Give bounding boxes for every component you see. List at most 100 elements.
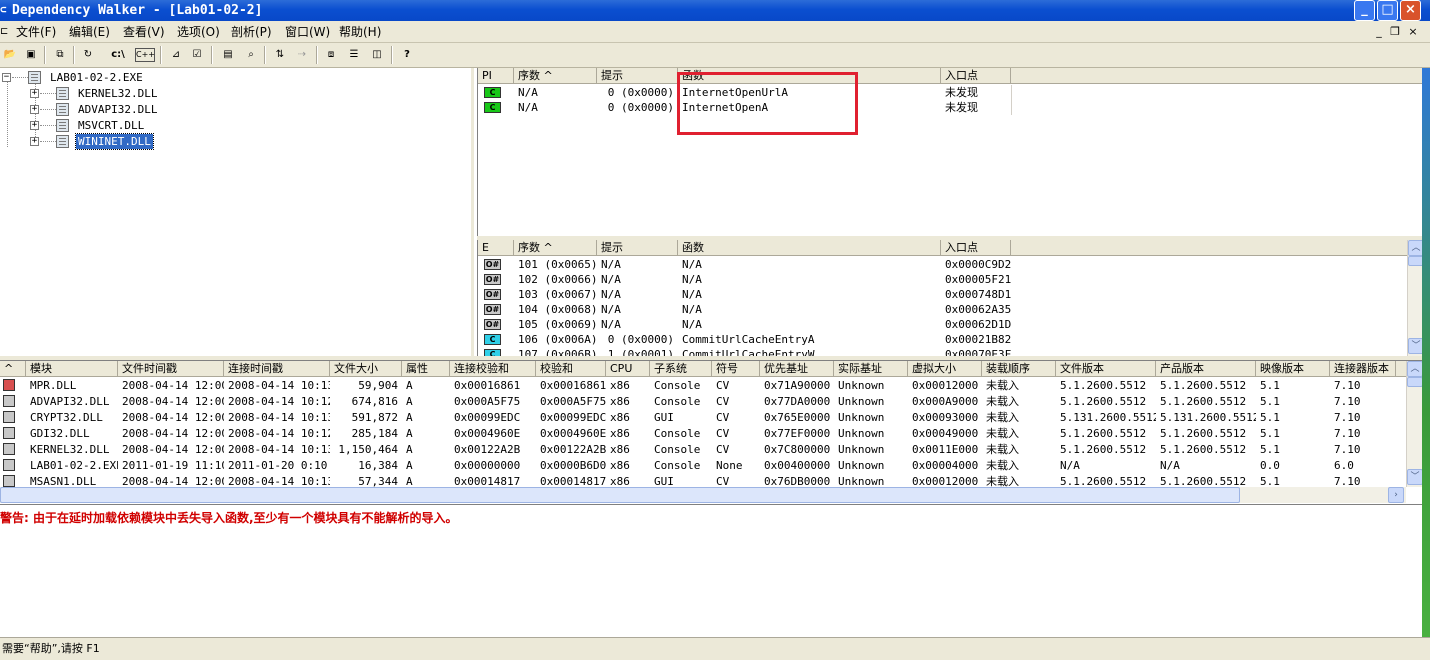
collapse-icon[interactable]: − [2, 73, 11, 82]
col-link-checksum[interactable]: 连接校验和 [450, 361, 536, 377]
export-row[interactable]: O# 104 (0x0068) N/A N/A 0x00062A35 [478, 302, 1407, 317]
cell-ordinal: 102 (0x0066) [518, 273, 597, 286]
scroll-up-icon[interactable]: ︿ [1407, 361, 1423, 377]
close-button[interactable]: × [1400, 0, 1421, 21]
col-sort[interactable]: ^ [0, 361, 26, 377]
horizontal-scroll-thumb[interactable] [0, 487, 1240, 503]
menu-file[interactable]: 文件(F) [16, 21, 56, 43]
tree-node-root[interactable]: − LAB01-02-2.EXE [2, 70, 202, 85]
menu-help[interactable]: 帮助(H) [339, 21, 381, 43]
col-symbols[interactable]: 符号 [712, 361, 760, 377]
col-hint[interactable]: 提示 [597, 240, 678, 256]
col-function[interactable]: 函数 [678, 240, 941, 256]
expand-icon[interactable]: + [30, 137, 39, 146]
module-row[interactable]: MPR.DLL 2008-04-14 12:00 2008-04-14 10:13 5… [0, 378, 1406, 393]
expand-icon[interactable]: + [30, 89, 39, 98]
menu-view[interactable]: 查看(V) [123, 21, 165, 43]
tree-node-wininet[interactable]: + WININET.DLL [30, 133, 230, 150]
mdi-restore-button[interactable]: ❐ [1388, 25, 1402, 39]
col-preferred-base[interactable]: 优先基址 [760, 361, 834, 377]
properties-icon[interactable]: ☑ [188, 46, 206, 64]
module-icon [3, 475, 15, 487]
module-row[interactable]: LAB01-02-2.EXE 2011-01-19 11:10 2011-01-20… [0, 458, 1406, 473]
tile-vertical-icon[interactable]: ◫ [368, 46, 386, 64]
refresh-icon[interactable]: ↻ [79, 46, 97, 64]
maximize-button[interactable]: □ [1377, 0, 1398, 21]
col-linker-version[interactable]: 连接器版本 [1330, 361, 1396, 377]
col-cpu[interactable]: CPU [606, 361, 650, 377]
col-product-version[interactable]: 产品版本 [1156, 361, 1256, 377]
col-checksum[interactable]: 校验和 [536, 361, 606, 377]
modules-vertical-scrollbar[interactable]: ︿ ﹀ [1406, 361, 1423, 487]
col-ordinal[interactable]: 序数 ^ [514, 240, 597, 256]
cell-actual-base: Unknown [838, 379, 885, 392]
col-module[interactable]: 模块 [26, 361, 118, 377]
module-row[interactable]: ADVAPI32.DLL 2008-04-14 12:00 2008-04-14 1… [0, 394, 1406, 409]
undecorate-cpp-button[interactable]: C++ [135, 48, 155, 62]
menu-options[interactable]: 选项(O) [177, 21, 220, 43]
exports-vertical-scrollbar[interactable]: ︿ ﹀ [1407, 240, 1424, 356]
col-load-order[interactable]: 装载顺序 [982, 361, 1056, 377]
scroll-down-icon[interactable]: ﹀ [1407, 469, 1423, 485]
menu-edit[interactable]: 编辑(E) [69, 21, 110, 43]
mdi-doc-icon[interactable]: ⊏ [0, 21, 12, 43]
module-row[interactable]: CRYPT32.DLL 2008-04-14 12:00 2008-04-14 10… [0, 410, 1406, 425]
menu-profile[interactable]: 剖析(P) [231, 21, 272, 43]
tree-line [40, 93, 56, 94]
module-row[interactable]: GDI32.DLL 2008-04-14 12:00 2008-04-14 10:1… [0, 426, 1406, 441]
menu-window[interactable]: 窗口(W) [285, 21, 330, 43]
modules-horizontal-scrollbar[interactable]: › [0, 487, 1406, 503]
export-row[interactable]: O# 105 (0x0069) N/A N/A 0x00062D1D [478, 317, 1407, 332]
col-entry-point[interactable]: 入口点 [941, 240, 1011, 256]
save-icon[interactable]: ▣ [22, 46, 40, 64]
col-subsystem[interactable]: 子系统 [650, 361, 712, 377]
context-help-button[interactable]: ? [398, 46, 416, 64]
col-file-timestamp[interactable]: 文件时间戳 [118, 361, 224, 377]
mdi-close-button[interactable]: × [1406, 25, 1420, 39]
title-bar[interactable]: ⊂ Dependency Walker - [Lab01-02-2] _ □ × [0, 0, 1430, 21]
tree-node-msvcrt[interactable]: + MSVCRT.DLL [30, 118, 230, 133]
col-attributes[interactable]: 属性 [402, 361, 450, 377]
scroll-thumb[interactable] [1407, 377, 1423, 387]
system-info-icon[interactable]: ▤ [219, 46, 237, 64]
matching-item-icon[interactable]: ⇅ [271, 46, 289, 64]
col-hint[interactable]: 提示 [597, 68, 678, 84]
col-virtual-size[interactable]: 虚拟大小 [908, 361, 982, 377]
col-entry-point[interactable]: 入口点 [941, 68, 1011, 84]
chart-icon[interactable]: ⊿ [167, 46, 185, 64]
find-icon[interactable]: ⌕ [242, 46, 260, 64]
col-ordinal[interactable]: 序数 ^ [514, 68, 597, 84]
export-row[interactable]: C 106 (0x006A) 0 (0x0000) CommitUrlCacheEnt… [478, 332, 1407, 347]
col-pi[interactable]: PI [478, 68, 514, 84]
cell-symbols: CV [716, 411, 730, 424]
expand-icon[interactable]: + [30, 121, 39, 130]
export-row[interactable]: O# 101 (0x0065) N/A N/A 0x0000C9D2 [478, 257, 1407, 272]
scroll-right-icon[interactable]: › [1388, 487, 1404, 503]
col-image-version[interactable]: 映像版本 [1256, 361, 1330, 377]
cascade-icon[interactable]: ⧈ [322, 46, 340, 64]
export-row[interactable]: O# 103 (0x0067) N/A N/A 0x000748D1 [478, 287, 1407, 302]
tile-horizontal-icon[interactable]: ☰ [345, 46, 363, 64]
col-actual-base[interactable]: 实际基址 [834, 361, 908, 377]
tree-node-advapi32[interactable]: + ADVAPI32.DLL [30, 102, 230, 117]
cell-subsystem: GUI [654, 411, 674, 424]
cell-cpu: x86 [610, 459, 630, 472]
mdi-minimize-button[interactable]: _ [1372, 25, 1386, 39]
module-row[interactable]: KERNEL32.DLL 2008-04-14 12:00 2008-04-14 1… [0, 442, 1406, 457]
minimize-button[interactable]: _ [1354, 0, 1375, 21]
cell-file-timestamp: 2011-01-19 11:10 [122, 459, 224, 472]
col-file-version[interactable]: 文件版本 [1056, 361, 1156, 377]
col-link-timestamp[interactable]: 连接时间戳 [224, 361, 330, 377]
expand-icon[interactable]: + [30, 105, 39, 114]
col-file-size[interactable]: 文件大小 [330, 361, 402, 377]
original-module-icon[interactable]: ⇢ [293, 46, 311, 64]
ordinal-export-icon: O# [484, 274, 501, 285]
tree-node-kernel32[interactable]: + KERNEL32.DLL [30, 86, 230, 101]
copy-icon[interactable]: ⧉ [51, 46, 69, 64]
col-e[interactable]: E [478, 240, 514, 256]
tree-node-label: ADVAPI32.DLL [78, 103, 158, 116]
export-row[interactable]: O# 102 (0x0066) N/A N/A 0x00005F21 [478, 272, 1407, 287]
open-icon[interactable]: 📂 [1, 46, 19, 64]
full-paths-button[interactable]: c:\ [106, 46, 130, 64]
ordinal-export-icon: O# [484, 319, 501, 330]
